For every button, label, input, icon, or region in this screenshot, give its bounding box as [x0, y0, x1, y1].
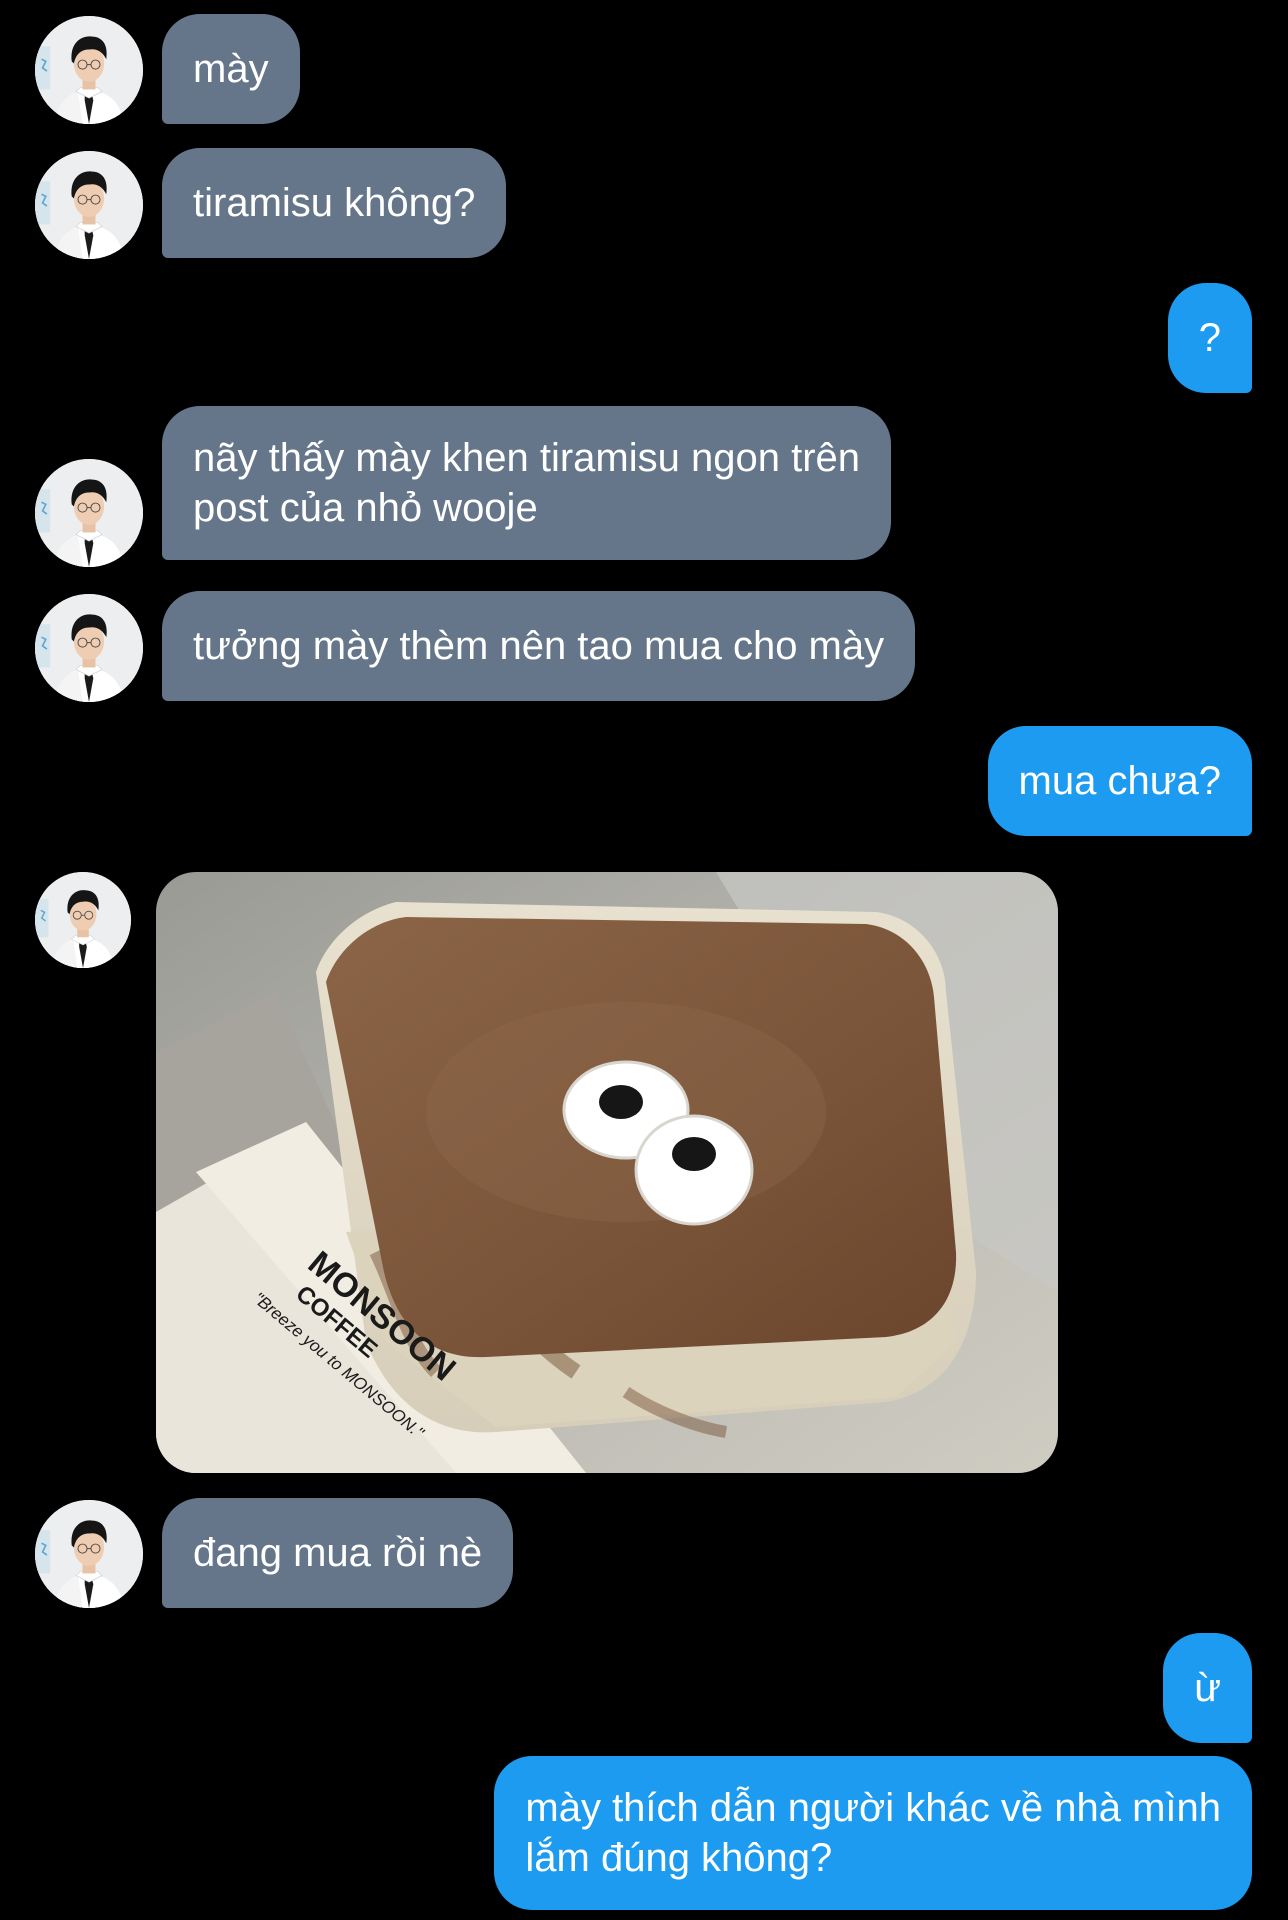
outgoing-message-bubble[interactable]: ? — [1167, 283, 1252, 393]
message-text: ừ — [1194, 1666, 1221, 1710]
incoming-message-bubble[interactable]: đang mua rồi nè — [162, 1498, 514, 1608]
incoming-message-bubble[interactable]: tiramisu không? — [162, 148, 507, 258]
avatar-photo-icon — [35, 594, 143, 702]
incoming-message-bubble[interactable]: nãy thấy mày khen tiramisu ngon trên pos… — [162, 406, 892, 560]
avatar-photo-icon — [35, 459, 143, 567]
outgoing-message-bubble[interactable]: mua chưa? — [987, 726, 1252, 836]
avatar[interactable] — [35, 16, 143, 124]
avatar[interactable] — [35, 594, 143, 702]
message-text: đang mua rồi nè — [193, 1531, 483, 1575]
message-text: tiramisu không? — [193, 181, 476, 225]
outgoing-message-bubble[interactable]: mày thích dẫn người khác về nhà mình lắm… — [494, 1756, 1252, 1910]
message-text: ? — [1198, 316, 1221, 360]
message-text-line: lắm đúng không? — [525, 1836, 833, 1880]
incoming-message-bubble[interactable]: mày — [162, 14, 300, 124]
avatar-photo-icon — [35, 1500, 143, 1608]
message-text-line: mày thích dẫn người khác về nhà mình — [525, 1786, 1221, 1830]
incoming-message-bubble[interactable]: tưởng mày thèm nên tao mua cho mày — [162, 591, 916, 701]
avatar-photo-icon — [35, 872, 131, 968]
avatar[interactable] — [35, 1500, 143, 1608]
avatar-photo-icon — [35, 151, 143, 259]
tiramisu-photo[interactable]: MONSOON COFFEE "Breeze you to MONSOON." — [156, 872, 1058, 1473]
avatar[interactable] — [35, 872, 131, 968]
message-text: mua chưa? — [1018, 759, 1221, 803]
outgoing-message-bubble[interactable]: ừ — [1163, 1633, 1252, 1743]
avatar[interactable] — [35, 151, 143, 259]
message-text-line: post của nhỏ wooje — [193, 486, 538, 530]
message-text: mày — [193, 47, 269, 91]
message-text-line: nãy thấy mày khen tiramisu ngon trên — [193, 436, 861, 480]
message-text: tưởng mày thèm nên tao mua cho mày — [193, 624, 885, 668]
avatar[interactable] — [35, 459, 143, 567]
avatar-photo-icon — [35, 16, 143, 124]
